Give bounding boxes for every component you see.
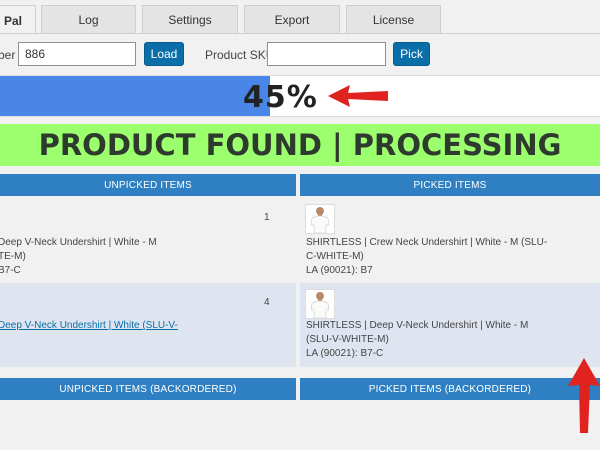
product-thumbnail: [305, 289, 335, 319]
unpicked-item-row: 1 Deep V-Neck Undershirt | White - M TE-…: [0, 196, 296, 282]
shirt-model-icon: [310, 292, 330, 319]
product-sku-label: Product SKU: [205, 48, 275, 62]
picked-items-header: PICKED ITEMS: [300, 174, 600, 196]
load-button[interactable]: Load: [144, 42, 184, 66]
progress-fill: [0, 76, 270, 116]
item-description: Deep V-Neck Undershirt | White - M TE-M)…: [0, 236, 157, 278]
unpicked-item-row: 4 Deep V-Neck Undershirt | White (SLU-V-: [0, 283, 296, 367]
item-link[interactable]: Deep V-Neck Undershirt | White (SLU-V-: [0, 320, 178, 331]
item-sku: (SLU-V-WHITE-M): [306, 334, 389, 345]
item-sku: TE-M): [0, 251, 26, 262]
tab-divider: [0, 33, 600, 34]
tab-label: Export: [274, 12, 310, 27]
tab-pal[interactable]: Pal: [0, 5, 36, 35]
item-quantity: 4: [264, 297, 270, 308]
red-arrow-left-icon: [328, 85, 388, 107]
picked-item-row: SHIRTLESS | Deep V-Neck Undershirt | Whi…: [300, 283, 600, 367]
unpicked-backordered-header: UNPICKED ITEMS (BACKORDERED): [0, 378, 296, 400]
tab-label: Pal: [3, 13, 22, 28]
item-sku: C-WHITE-M): [306, 251, 364, 262]
item-location: LA (90021): B7-C: [306, 348, 384, 359]
tab-log[interactable]: Log: [41, 5, 136, 33]
item-description: Deep V-Neck Undershirt | White (SLU-V-: [0, 319, 178, 333]
shirt-model-icon: [310, 207, 330, 234]
order-number-label: ber: [0, 48, 16, 62]
item-name: SHIRTLESS | Crew Neck Undershirt | White…: [306, 237, 548, 248]
picked-item-row: SHIRTLESS | Crew Neck Undershirt | White…: [300, 196, 600, 282]
picked-backordered-header: PICKED ITEMS (BACKORDERED): [300, 378, 600, 400]
item-location: LA (90021): B7: [306, 265, 373, 276]
item-location: B7-C: [0, 265, 21, 276]
item-quantity: 1: [264, 212, 270, 223]
item-description: SHIRTLESS | Crew Neck Undershirt | White…: [306, 236, 547, 278]
tab-label: Log: [78, 12, 99, 27]
tab-settings[interactable]: Settings: [142, 5, 238, 33]
unpicked-items-header: UNPICKED ITEMS: [0, 174, 296, 196]
tab-label: License: [372, 12, 415, 27]
product-sku-input[interactable]: [267, 42, 386, 66]
item-name: Deep V-Neck Undershirt | White - M: [0, 237, 157, 248]
pick-button[interactable]: Pick: [393, 42, 430, 66]
progress-bar: 45%: [0, 75, 600, 117]
tab-label: Settings: [168, 12, 212, 27]
status-banner: PRODUCT FOUND | PROCESSING: [0, 124, 600, 166]
tab-license[interactable]: License: [346, 5, 441, 33]
item-name: SHIRTLESS | Deep V-Neck Undershirt | Whi…: [306, 320, 529, 331]
progress-percent: 45%: [243, 80, 318, 115]
red-arrow-up-icon: [568, 358, 600, 433]
product-thumbnail: [305, 204, 335, 234]
order-number-input[interactable]: [18, 42, 136, 66]
tab-export[interactable]: Export: [244, 5, 340, 33]
item-description: SHIRTLESS | Deep V-Neck Undershirt | Whi…: [306, 319, 528, 361]
